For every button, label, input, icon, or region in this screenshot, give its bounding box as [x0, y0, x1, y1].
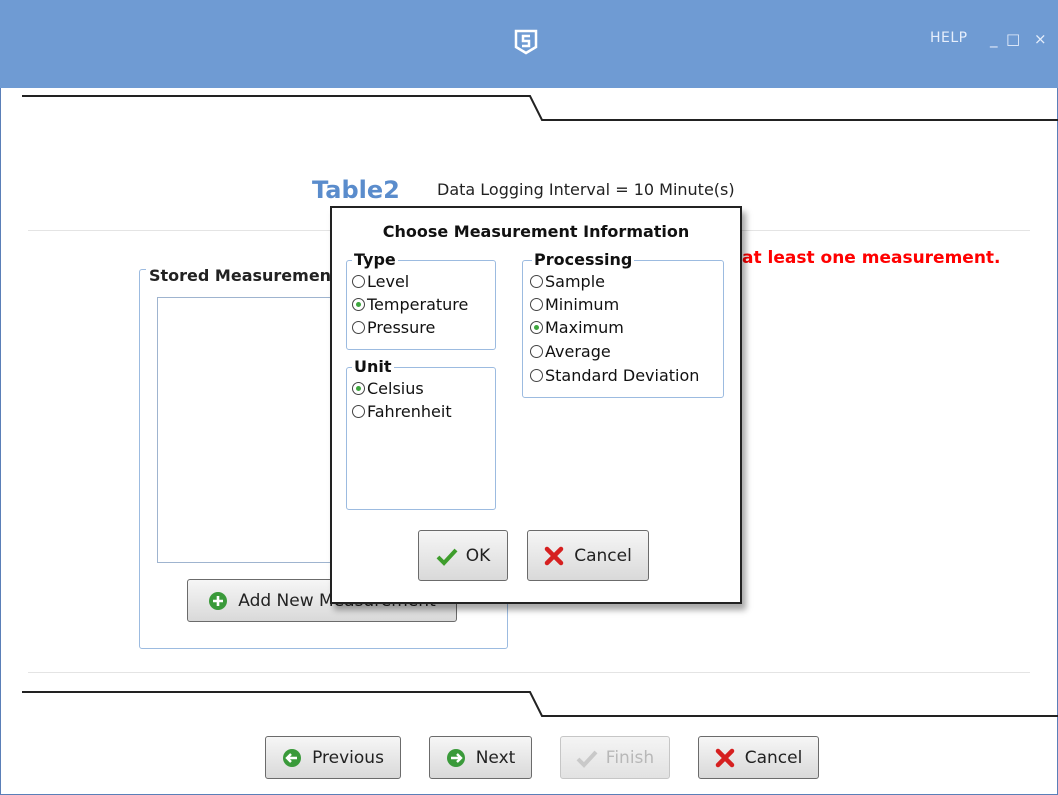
choose-measurement-dialog: Choose Measurement Information Type Leve…: [330, 206, 742, 604]
cancel-button[interactable]: Cancel: [698, 736, 819, 779]
option-label: Level: [367, 272, 410, 291]
minimize-button[interactable]: _: [990, 30, 998, 48]
radio-processing-minimum[interactable]: Minimum: [530, 295, 619, 314]
next-button[interactable]: Next: [429, 736, 532, 779]
finish-button[interactable]: Finish: [560, 736, 670, 779]
option-label: Pressure: [367, 318, 436, 337]
wizard-step-line-top: [22, 95, 1058, 121]
previous-label: Previous: [312, 747, 384, 768]
finish-label: Finish: [605, 747, 655, 768]
radio-button[interactable]: [352, 405, 365, 418]
warning-message: at least one measurement.: [742, 248, 1001, 268]
radio-processing-maximum[interactable]: Maximum: [530, 318, 624, 337]
dialog-title: Choose Measurement Information: [382, 222, 690, 241]
type-legend: Type: [352, 250, 398, 269]
radio-button[interactable]: [530, 369, 543, 382]
maximize-button[interactable]: □: [1006, 30, 1020, 48]
arrow-right-circle-icon: [446, 748, 466, 768]
cancel-label: Cancel: [574, 545, 632, 566]
stored-measurements-list[interactable]: [157, 297, 335, 563]
radio-button[interactable]: [352, 275, 365, 288]
processing-legend: Processing: [532, 250, 635, 269]
dialog-cancel-button[interactable]: Cancel: [527, 530, 649, 581]
radio-unit-fahrenheit[interactable]: Fahrenheit: [352, 402, 452, 421]
radio-button[interactable]: [352, 298, 365, 311]
table-name: Table2: [312, 176, 400, 204]
option-label: Celsius: [367, 379, 424, 398]
option-label: Average: [545, 342, 611, 361]
close-button[interactable]: ×: [1034, 30, 1047, 48]
option-label: Standard Deviation: [545, 366, 700, 385]
unit-legend: Unit: [352, 357, 394, 376]
cs-logo-icon: [514, 29, 538, 55]
logging-interval: Data Logging Interval = 10 Minute(s): [437, 180, 735, 199]
radio-type-temperature[interactable]: Temperature: [352, 295, 468, 314]
red-x-icon: [715, 748, 735, 768]
radio-processing-average[interactable]: Average: [530, 342, 611, 361]
separator-bottom: [28, 672, 1030, 673]
previous-button[interactable]: Previous: [265, 736, 401, 779]
option-label: Fahrenheit: [367, 402, 452, 421]
radio-processing-sample[interactable]: Sample: [530, 272, 605, 291]
cancel-label: Cancel: [744, 747, 803, 768]
radio-type-pressure[interactable]: Pressure: [352, 318, 435, 337]
radio-button[interactable]: [530, 345, 543, 358]
radio-type-level[interactable]: Level: [352, 272, 409, 291]
checkmark-icon: [576, 748, 598, 768]
arrow-left-circle-icon: [282, 748, 302, 768]
radio-unit-celsius[interactable]: Celsius: [352, 379, 424, 398]
ok-button[interactable]: OK: [418, 530, 508, 581]
help-link[interactable]: HELP: [930, 30, 968, 46]
plus-circle-icon: [208, 591, 228, 611]
radio-processing-standard-deviation[interactable]: Standard Deviation: [530, 366, 699, 385]
ok-label: OK: [465, 545, 491, 566]
red-x-icon: [544, 546, 564, 566]
option-label: Minimum: [545, 295, 620, 314]
radio-button[interactable]: [530, 321, 543, 334]
title-bar: HELP _ □ ×: [0, 0, 1058, 88]
radio-button[interactable]: [530, 275, 543, 288]
radio-button[interactable]: [530, 298, 543, 311]
stored-measurements-legend: Stored Measurements: [146, 266, 352, 285]
wizard-step-line-bottom: [22, 691, 1058, 717]
option-label: Maximum: [545, 318, 624, 337]
option-label: Sample: [545, 272, 605, 291]
option-label: Temperature: [367, 295, 469, 314]
radio-button[interactable]: [352, 382, 365, 395]
radio-button[interactable]: [352, 321, 365, 334]
checkmark-icon: [436, 546, 458, 566]
next-label: Next: [475, 747, 516, 768]
